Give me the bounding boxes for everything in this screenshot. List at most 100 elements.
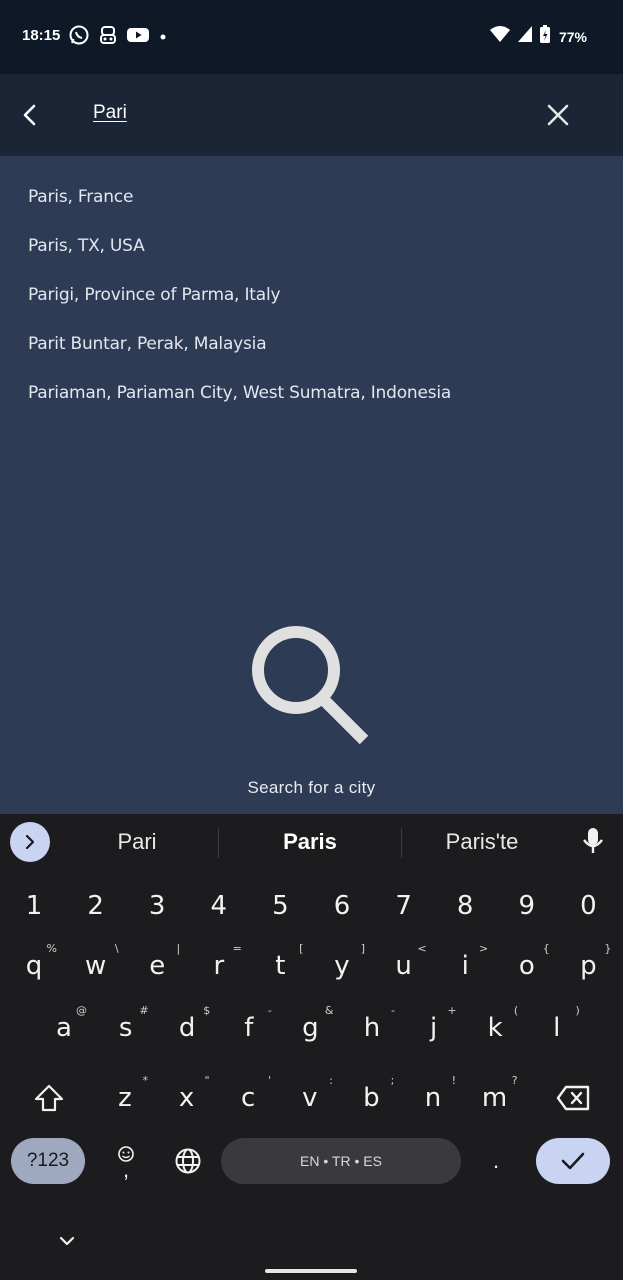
key-l[interactable]: l) xyxy=(532,1000,582,1056)
key-label: g xyxy=(302,1013,319,1043)
key-label: 7 xyxy=(395,891,412,921)
suggestion-2[interactable]: Paris xyxy=(230,829,390,855)
key-g[interactable]: g & xyxy=(285,1000,335,1056)
globe-icon xyxy=(175,1148,201,1174)
key-label: 2 xyxy=(87,891,104,921)
gesture-nav-handle[interactable] xyxy=(265,1269,357,1273)
chevron-down-icon xyxy=(59,1236,75,1246)
key-6[interactable]: 6 xyxy=(317,878,367,934)
back-button[interactable] xyxy=(14,98,48,132)
key-h[interactable]: h- xyxy=(347,1000,397,1056)
comma-label: , xyxy=(122,1157,130,1182)
key-hint: & xyxy=(324,1004,334,1017)
city-result-item[interactable]: Parit Buntar, Perak, Malaysia xyxy=(28,321,451,370)
key-w[interactable]: w \ xyxy=(71,938,121,994)
key-label: k xyxy=(487,1013,503,1043)
chevron-right-icon xyxy=(25,834,35,850)
key-o[interactable]: o{ xyxy=(502,938,552,994)
key-label: a xyxy=(56,1013,72,1043)
signal-icon xyxy=(517,25,533,48)
close-icon xyxy=(547,104,569,126)
key-hint: < xyxy=(417,942,427,955)
key-k[interactable]: k( xyxy=(470,1000,520,1056)
language-key[interactable] xyxy=(166,1138,210,1184)
city-results-list: Paris, France Paris, TX, USA Parigi, Pro… xyxy=(28,174,451,419)
key-3[interactable]: 3 xyxy=(132,878,182,934)
key-label: x xyxy=(178,1083,195,1113)
search-input[interactable]: Pari xyxy=(93,102,127,124)
key-hint: * xyxy=(142,1074,149,1087)
key-s[interactable]: s # xyxy=(101,1000,151,1056)
key-row-3: z * x " c ' v: b; n! m? xyxy=(0,1070,623,1132)
space-key[interactable]: EN • TR • ES xyxy=(221,1138,461,1184)
key-i[interactable]: i > xyxy=(440,938,490,994)
key-n[interactable]: n! xyxy=(408,1070,458,1126)
shift-key[interactable] xyxy=(24,1070,74,1126)
enter-key[interactable] xyxy=(536,1138,610,1184)
key-label: h xyxy=(363,1013,381,1043)
empty-state-text: Search for a city xyxy=(247,778,376,797)
key-hint: > xyxy=(478,942,489,955)
key-j[interactable]: j + xyxy=(409,1000,459,1056)
key-hint: " xyxy=(204,1074,210,1087)
key-2[interactable]: 2 xyxy=(71,878,121,934)
microphone-icon[interactable] xyxy=(580,826,606,861)
city-result-item[interactable]: Parigi, Province of Parma, Italy xyxy=(28,272,451,321)
key-v[interactable]: v: xyxy=(285,1070,335,1126)
key-label: y xyxy=(334,951,350,981)
city-result-item[interactable]: Paris, TX, USA xyxy=(28,223,451,272)
key-hint: | xyxy=(176,942,181,955)
key-label: l xyxy=(553,1013,561,1043)
key-hint: ' xyxy=(268,1074,272,1087)
keyboard-collapse-button[interactable] xyxy=(54,1228,80,1259)
key-m[interactable]: m? xyxy=(470,1070,520,1126)
key-q[interactable]: q% xyxy=(9,938,59,994)
key-label: v xyxy=(302,1083,318,1113)
search-app-bar: Pari xyxy=(0,74,623,156)
key-b[interactable]: b; xyxy=(346,1070,396,1126)
emoji-comma-key[interactable]: , xyxy=(104,1138,148,1184)
key-9[interactable]: 9 xyxy=(502,878,552,934)
key-r[interactable]: r = xyxy=(194,938,244,994)
key-u[interactable]: u < xyxy=(379,938,429,994)
key-a[interactable]: a @ xyxy=(39,1000,89,1056)
city-result-item[interactable]: Pariaman, Pariaman City, West Sumatra, I… xyxy=(28,370,451,419)
key-0[interactable]: 0 xyxy=(563,878,613,934)
key-label: n xyxy=(424,1083,442,1113)
symbols-key[interactable]: ?123 xyxy=(11,1138,85,1184)
key-hint: ; xyxy=(390,1074,395,1087)
number-row: 1 2 3 4 5 6 7 8 9 0 xyxy=(0,878,623,940)
key-hint: : xyxy=(329,1074,333,1087)
key-t[interactable]: t[ xyxy=(255,938,305,994)
key-row-2: a @ s # d $ f - g & h - j + k(l) xyxy=(0,1000,623,1062)
city-result-item[interactable]: Paris, France xyxy=(28,174,451,223)
key-d[interactable]: d $ xyxy=(162,1000,212,1056)
key-8[interactable]: 8 xyxy=(440,878,490,934)
key-x[interactable]: x " xyxy=(162,1070,212,1126)
suggestion-3[interactable]: Paris'te xyxy=(402,829,562,855)
key-c[interactable]: c ' xyxy=(223,1070,273,1126)
key-z[interactable]: z * xyxy=(100,1070,150,1126)
soft-keyboard: Pari Paris Paris'te 1 234567890 q% w \ e | r = t… xyxy=(0,814,623,1280)
keyboard-toolbar-expand-button[interactable] xyxy=(10,822,50,862)
key-4[interactable]: 4 xyxy=(194,878,244,934)
key-1[interactable]: 1 xyxy=(9,878,59,934)
key-hint: ] xyxy=(360,942,365,955)
key-p[interactable]: p} xyxy=(563,938,613,994)
key-5[interactable]: 5 xyxy=(255,878,305,934)
key-7[interactable]: 7 xyxy=(379,878,429,934)
key-label: s xyxy=(118,1013,133,1043)
suggestion-1[interactable]: Pari xyxy=(57,829,217,855)
clear-search-button[interactable] xyxy=(541,98,575,132)
check-icon xyxy=(561,1152,585,1170)
period-key[interactable]: . xyxy=(476,1138,516,1184)
key-f[interactable]: f- xyxy=(224,1000,274,1056)
key-label: 4 xyxy=(210,891,228,921)
key-hint: # xyxy=(139,1004,149,1017)
chevron-left-icon xyxy=(23,104,36,126)
key-y[interactable]: y] xyxy=(317,938,367,994)
backspace-key[interactable] xyxy=(548,1070,598,1126)
key-label: 1 xyxy=(25,891,43,921)
key-e[interactable]: e | xyxy=(132,938,182,994)
key-label: r xyxy=(213,951,225,981)
